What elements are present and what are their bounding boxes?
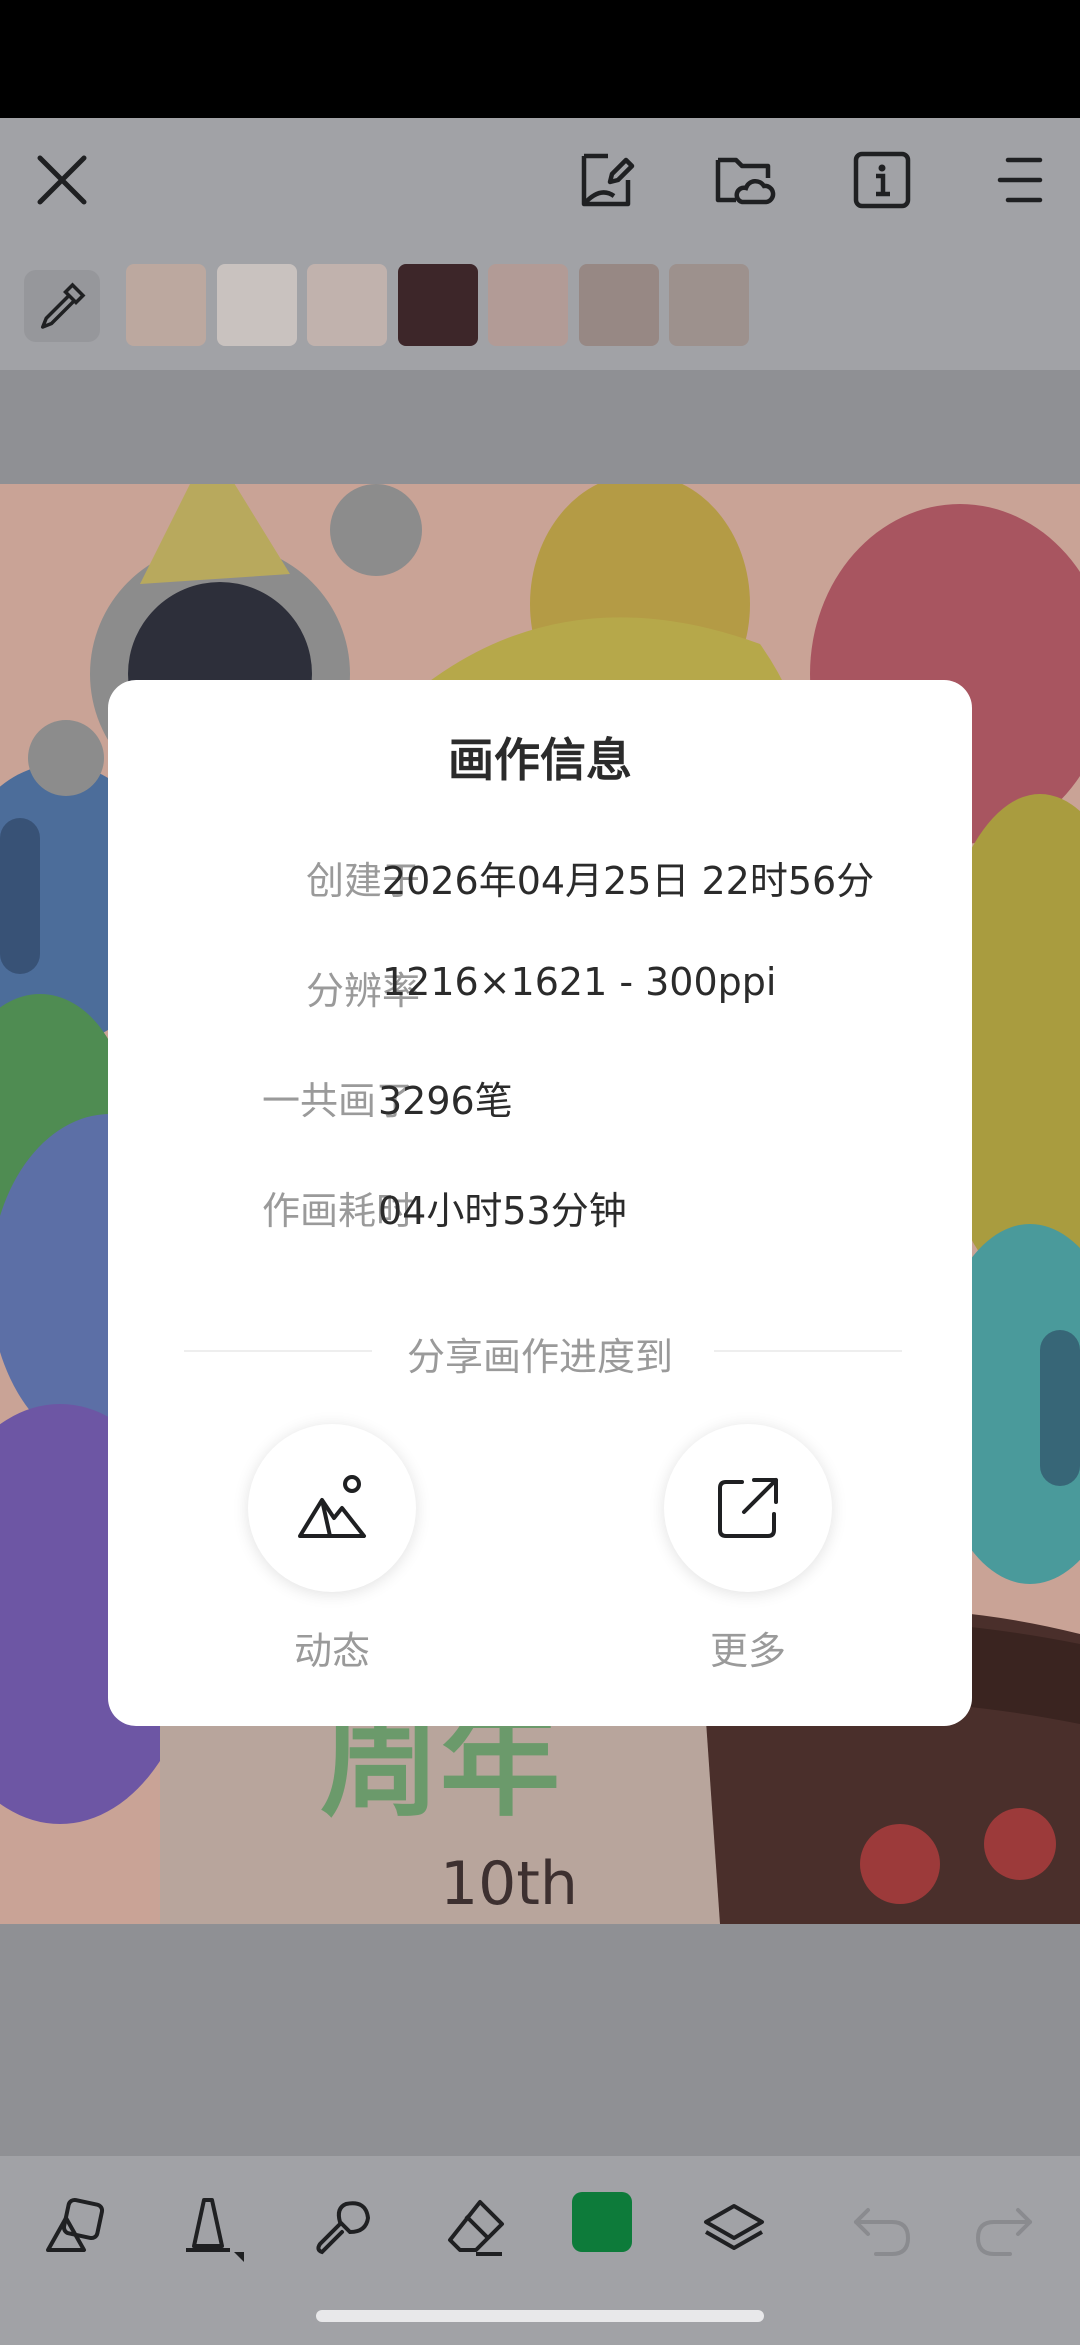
recent-colors-bar bbox=[0, 242, 1080, 370]
color-swatch[interactable] bbox=[126, 264, 206, 346]
cloud-folder-button[interactable] bbox=[706, 142, 782, 218]
share-more-label: 更多 bbox=[709, 1629, 786, 1673]
info-value: 2026年04月25日 22时56分 bbox=[382, 859, 875, 903]
brush-icon bbox=[316, 2201, 371, 2255]
brush-tool-button[interactable] bbox=[302, 2188, 382, 2268]
menu-icon bbox=[997, 157, 1043, 203]
status-bar bbox=[0, 0, 1080, 118]
color-swatch[interactable] bbox=[488, 264, 568, 346]
share-section-title: 分享画作进度到 bbox=[406, 1335, 673, 1379]
undo-icon bbox=[854, 2208, 911, 2256]
info-value: 1216×1621 - 300ppi bbox=[382, 960, 777, 1004]
cloud-folder-icon bbox=[715, 157, 776, 205]
fill-tool-button[interactable] bbox=[170, 2188, 250, 2268]
color-swatch[interactable] bbox=[307, 264, 387, 346]
eyedropper-button[interactable] bbox=[24, 270, 100, 342]
info-row-strokes: 一共画了 3296笔 bbox=[108, 1070, 972, 1130]
info-row-created: 创建于 2026年04月25日 22时56分 bbox=[108, 850, 972, 910]
info-value: 04小时53分钟 bbox=[378, 1189, 627, 1233]
mountain-image-icon bbox=[298, 1475, 366, 1538]
dialog-title: 画作信息 bbox=[448, 733, 632, 787]
eyedropper-icon bbox=[41, 282, 86, 329]
menu-button[interactable] bbox=[982, 142, 1058, 218]
info-value: 3296笔 bbox=[378, 1079, 513, 1123]
info-row-duration: 作画耗时 04小时53分钟 bbox=[108, 1180, 972, 1240]
current-color-button[interactable] bbox=[572, 2192, 632, 2252]
edit-document-icon bbox=[581, 153, 635, 207]
color-swatch[interactable] bbox=[669, 264, 749, 346]
eraser-tool-button[interactable] bbox=[436, 2188, 516, 2268]
color-swatch[interactable] bbox=[578, 264, 659, 346]
redo-icon bbox=[975, 2208, 1032, 2256]
undo-button[interactable] bbox=[842, 2188, 922, 2268]
info-button[interactable] bbox=[844, 142, 920, 218]
fill-bucket-icon bbox=[186, 2198, 244, 2262]
close-icon bbox=[37, 155, 87, 205]
canvas-margin-bottom bbox=[0, 1924, 1080, 2156]
external-share-icon bbox=[718, 1478, 778, 1538]
bottom-toolbar bbox=[0, 2156, 1080, 2345]
eraser-icon bbox=[448, 2200, 504, 2256]
shapes-button[interactable] bbox=[36, 2188, 116, 2268]
artwork-info-dialog: 画作信息 创建于 2026年04月25日 22时56分 分辨率 1216×162… bbox=[108, 680, 972, 1726]
shapes-icon bbox=[46, 2197, 105, 2252]
edit-document-button[interactable] bbox=[568, 142, 644, 218]
info-row-resolution: 分辨率 1216×1621 - 300ppi bbox=[108, 960, 972, 1020]
color-swatch[interactable] bbox=[216, 264, 297, 346]
share-moments-label: 动态 bbox=[293, 1629, 370, 1673]
layers-icon bbox=[704, 2204, 764, 2250]
svg-text:10th: 10th bbox=[440, 1849, 578, 1919]
info-icon bbox=[853, 151, 911, 209]
share-more-button[interactable] bbox=[664, 1424, 832, 1592]
right-opacity-slider-handle[interactable] bbox=[1040, 1330, 1080, 1486]
left-size-slider-handle[interactable] bbox=[0, 818, 40, 974]
layers-button[interactable] bbox=[694, 2188, 774, 2268]
canvas-margin-top bbox=[0, 370, 1080, 484]
color-swatch[interactable] bbox=[397, 264, 478, 346]
redo-button[interactable] bbox=[964, 2188, 1044, 2268]
top-toolbar bbox=[0, 118, 1080, 242]
share-moments-button[interactable] bbox=[248, 1424, 416, 1592]
home-indicator[interactable] bbox=[316, 2310, 764, 2322]
close-button[interactable] bbox=[24, 142, 100, 218]
